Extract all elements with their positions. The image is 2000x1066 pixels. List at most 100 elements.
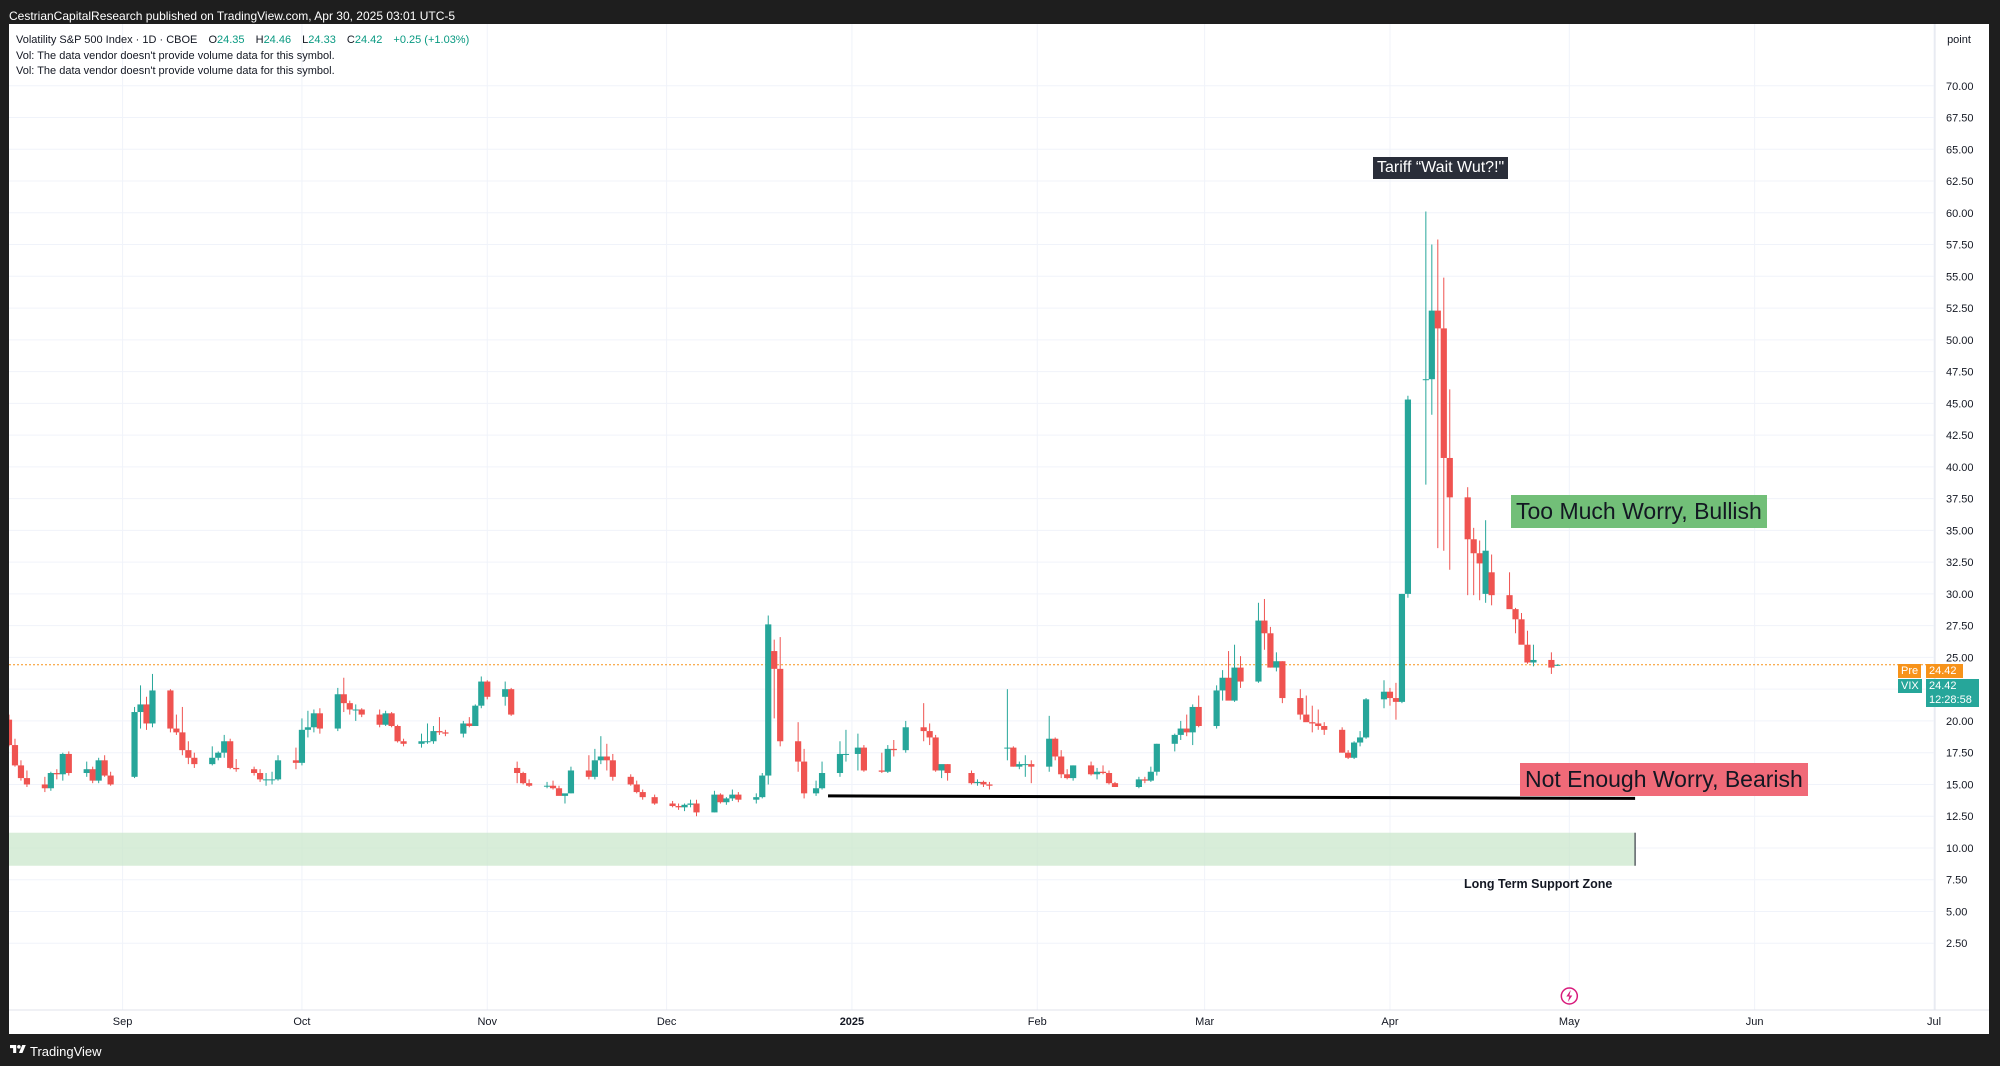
candle-body [1464, 497, 1471, 540]
price-tick-label: 57.50 [1946, 240, 1974, 252]
candle-body [591, 760, 598, 777]
candle-body [1105, 773, 1113, 784]
candle-body [352, 709, 359, 711]
candle-body [167, 690, 174, 729]
candle-body [812, 788, 820, 794]
candle-body [675, 806, 682, 808]
price-tick-label: 65.00 [1946, 144, 1974, 156]
candle-body [860, 747, 867, 771]
candle-body [1321, 726, 1328, 730]
candle-body [1219, 677, 1226, 691]
candle-body [842, 753, 850, 755]
candle-body [938, 764, 945, 771]
candle-body [543, 785, 551, 787]
candle-body [1488, 572, 1495, 596]
candle-body [298, 729, 306, 763]
candle-body [466, 723, 473, 727]
open-value: 24.35 [217, 34, 245, 46]
candle-body [436, 731, 443, 733]
candle-body [1362, 699, 1370, 738]
candle-body [878, 770, 885, 772]
chart-panel[interactable]: Volatility S&P 500 Index · 1D · CBOE O24… [9, 24, 1989, 1034]
candle-body [107, 775, 114, 785]
candle-body [980, 781, 987, 785]
bearish-annotation[interactable]: Not Enough Worry, Bearish [1520, 763, 1808, 796]
candle-body [1267, 633, 1274, 668]
candle-body [1506, 595, 1513, 610]
candle-body [1345, 752, 1352, 758]
candle-body [1279, 661, 1286, 699]
close-value: 24.42 [354, 34, 383, 46]
candle-body [944, 764, 951, 774]
candle-body [759, 775, 766, 798]
candle-body [735, 794, 742, 800]
candle-body [1392, 698, 1400, 702]
candle-body [1189, 706, 1196, 733]
candle-body [1195, 706, 1202, 727]
price-tick-label: 67.50 [1946, 113, 1974, 125]
candle-body [1135, 779, 1142, 787]
price-tick-label: 50.00 [1946, 335, 1974, 347]
candle-body [316, 713, 323, 729]
candle-body [920, 727, 927, 732]
candle-body [95, 760, 102, 781]
candle-body [1518, 619, 1525, 645]
support-zone-band [9, 832, 1636, 866]
footer-brand[interactable]: TradingView [30, 1044, 102, 1059]
bullish-annotation[interactable]: Too Much Worry, Bullish [1511, 495, 1767, 528]
time-tick-label: 2025 [840, 1016, 864, 1028]
candle-body [460, 723, 467, 734]
candle-body [1070, 765, 1077, 779]
candle-body [1386, 691, 1394, 699]
tariff-annotation[interactable]: Tariff “Wait Wut?!" [1373, 157, 1509, 179]
candle-body [143, 704, 150, 724]
candle-body [1147, 771, 1154, 781]
candle-body [603, 756, 610, 761]
candle-body [514, 767, 521, 774]
low-value: 24.33 [308, 34, 336, 46]
candle-body [256, 773, 264, 780]
close-label: C [346, 34, 355, 46]
time-tick-label: May [1559, 1016, 1580, 1028]
last-price-tag: 24.42 [1926, 679, 1979, 693]
candle-body [729, 794, 736, 799]
candle-body [687, 803, 694, 805]
candle-body [1548, 659, 1555, 668]
candle-body [1554, 664, 1561, 666]
price-tick-label: 10.00 [1946, 843, 1974, 855]
candle-body [53, 773, 60, 775]
candle-body [890, 748, 897, 751]
candle-body [89, 769, 96, 781]
candle-body [1099, 771, 1107, 774]
candle-body [1087, 765, 1095, 775]
candle-body [262, 779, 270, 781]
candle-body [65, 753, 72, 774]
candle-body [723, 798, 730, 803]
candle-body [1225, 677, 1232, 701]
candle-body [508, 689, 515, 715]
candle-body [1512, 609, 1519, 620]
candle-body [561, 793, 569, 796]
candle-body [932, 737, 939, 771]
price-tick-label: 27.50 [1946, 621, 1974, 633]
candle-body [777, 668, 784, 742]
support-zone-label[interactable]: Long Term Support Zone [1464, 877, 1612, 891]
candle-body [1309, 722, 1316, 724]
tradingview-logo-icon[interactable] [10, 1043, 26, 1056]
price-tick-label: 60.00 [1946, 208, 1974, 220]
candle-body [1010, 747, 1017, 767]
candle-body [765, 624, 772, 776]
candle-body [17, 765, 25, 779]
candle-body [693, 803, 700, 813]
candle-body [173, 728, 180, 733]
price-tick-label: 52.50 [1946, 303, 1974, 315]
price-tick-label: 20.00 [1946, 716, 1974, 728]
candle-body [1530, 659, 1537, 663]
candle-body [430, 731, 437, 742]
candle-body [1016, 764, 1023, 767]
price-tick-label: 55.00 [1946, 271, 1974, 283]
change-value: +0.25 (+1.03%) [393, 34, 470, 46]
candle-body [968, 773, 975, 784]
candlestick-chart[interactable]: point 2.50 5.00 7.50 10.00 12.50 15.00 17.50 20.… [9, 24, 1989, 1034]
symbol-title[interactable]: Volatility S&P 500 Index · 1D · CBOE [16, 34, 197, 46]
